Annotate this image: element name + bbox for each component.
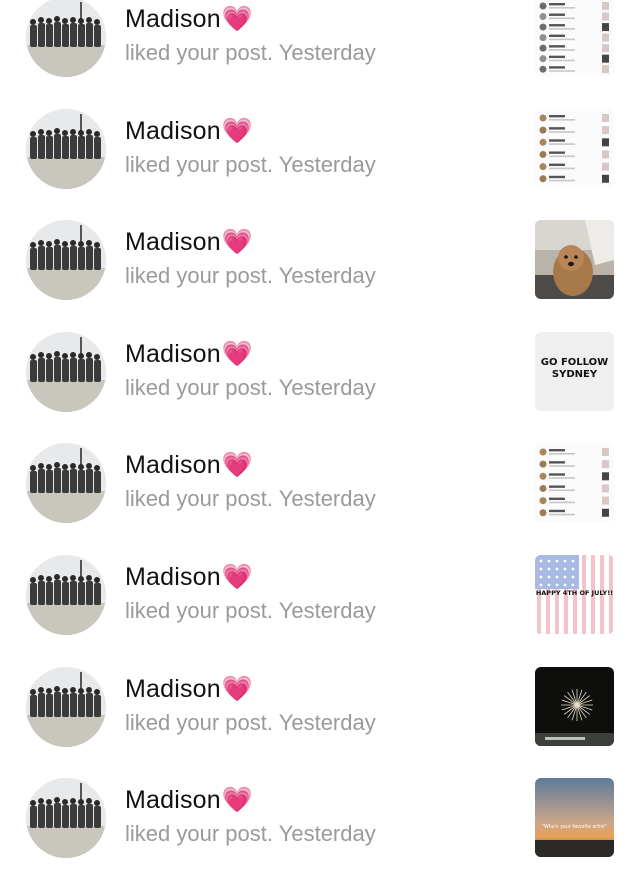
action-text: liked your post. [125,40,273,65]
username-text: Madison [125,786,221,815]
notification-row[interactable]: Madison💗 liked your post. Yesterday [0,205,640,317]
action-text: liked your post. [125,486,273,512]
avatar[interactable] [26,555,106,635]
notification-row[interactable]: Madison💗 liked your post. Yesterday GO F… [0,317,640,429]
notification-text: liked your post. Yesterday [125,710,376,736]
timestamp: Yesterday [278,263,376,289]
timestamp: Yesterday [278,151,376,177]
username[interactable]: Madison💗 [125,340,253,369]
timestamp: Yesterday [278,709,376,735]
avatar[interactable] [26,108,106,189]
post-thumbnail[interactable] [535,443,614,523]
notification-row[interactable]: Madison💗 liked your post. Yesterday HAPP… [0,540,640,652]
username-text: Madison [125,228,221,257]
action-text: liked your post. [125,151,273,177]
pink-heart-icon: 💗 [221,563,254,591]
notification-row[interactable]: Madison💗 liked your post. Yesterday [0,0,640,94]
username-text: Madison [125,674,221,703]
notification-text: liked your post. Yesterday [125,375,376,401]
avatar[interactable] [26,443,106,524]
username-text: Madison [125,451,221,480]
timestamp: Yesterday [278,40,376,65]
pink-heart-icon: 💗 [221,116,254,145]
notification-text: liked your post. Yesterday [125,263,376,289]
timestamp: Yesterday [278,598,376,623]
username-text: Madison [125,563,221,591]
thumbnail-caption: GO FOLLOW SYDNEY [540,356,609,380]
post-thumbnail[interactable]: HAPPY 4TH OF JULY!! [535,555,614,634]
screenshot-list-icon [535,443,614,523]
dog-photo-icon [535,220,614,300]
notification-row[interactable]: Madison💗 liked your post. Yesterday [0,652,640,764]
post-thumbnail[interactable] [535,220,614,300]
username-text: Madison [125,116,221,145]
username[interactable]: Madison💗 [125,228,253,257]
notification-text: liked your post. Yesterday [125,598,376,624]
avatar[interactable] [26,778,106,859]
notification-row[interactable]: Madison💗 liked your post. Yesterday "Who… [0,763,640,875]
avatar[interactable] [26,0,106,77]
avatar[interactable] [26,220,106,301]
notification-text: liked your post. Yesterday [125,40,376,66]
avatar[interactable] [26,666,106,747]
screenshot-list-icon [535,108,614,188]
username-text: Madison [125,5,221,33]
username[interactable]: Madison💗 [125,675,253,704]
action-text: liked your post. [125,598,273,623]
pink-heart-icon: 💗 [221,5,254,33]
username-text: Madison [125,339,221,368]
pink-heart-icon: 💗 [221,674,254,703]
username[interactable]: Madison💗 [125,563,253,592]
action-text: liked your post. [125,709,273,735]
post-thumbnail[interactable]: "Who's your favorite artist" [535,778,614,858]
timestamp: Yesterday [278,821,376,847]
notification-row[interactable]: Madison💗 liked your post. Yesterday [0,94,640,206]
username[interactable]: Madison💗 [125,5,253,34]
timestamp: Yesterday [278,486,376,512]
post-thumbnail[interactable] [535,0,614,76]
pink-heart-icon: 💗 [221,451,254,480]
pink-heart-icon: 💗 [221,786,254,815]
screenshot-list-icon [535,0,614,76]
action-text: liked your post. [125,374,273,400]
post-thumbnail[interactable] [535,666,614,746]
thumbnail-caption: HAPPY 4TH OF JULY!! [535,589,614,597]
pink-heart-icon: 💗 [221,339,254,368]
username[interactable]: Madison💗 [125,786,253,815]
username[interactable]: Madison💗 [125,117,253,146]
action-text: liked your post. [125,821,273,847]
avatar[interactable] [26,331,106,412]
pink-heart-icon: 💗 [221,228,254,257]
notification-text: liked your post. Yesterday [125,486,376,512]
notification-text: liked your post. Yesterday [125,152,376,178]
post-thumbnail[interactable]: GO FOLLOW SYDNEY [535,331,614,411]
thumbnail-caption: "Who's your favorite artist" [541,825,608,831]
notification-row[interactable]: Madison💗 liked your post. Yesterday [0,428,640,540]
post-thumbnail[interactable] [535,108,614,188]
sunset-photo-icon [535,778,614,858]
timestamp: Yesterday [278,374,376,400]
username[interactable]: Madison💗 [125,451,253,480]
notification-text: liked your post. Yesterday [125,821,376,847]
action-text: liked your post. [125,263,273,289]
fireworks-photo-icon [535,666,614,746]
